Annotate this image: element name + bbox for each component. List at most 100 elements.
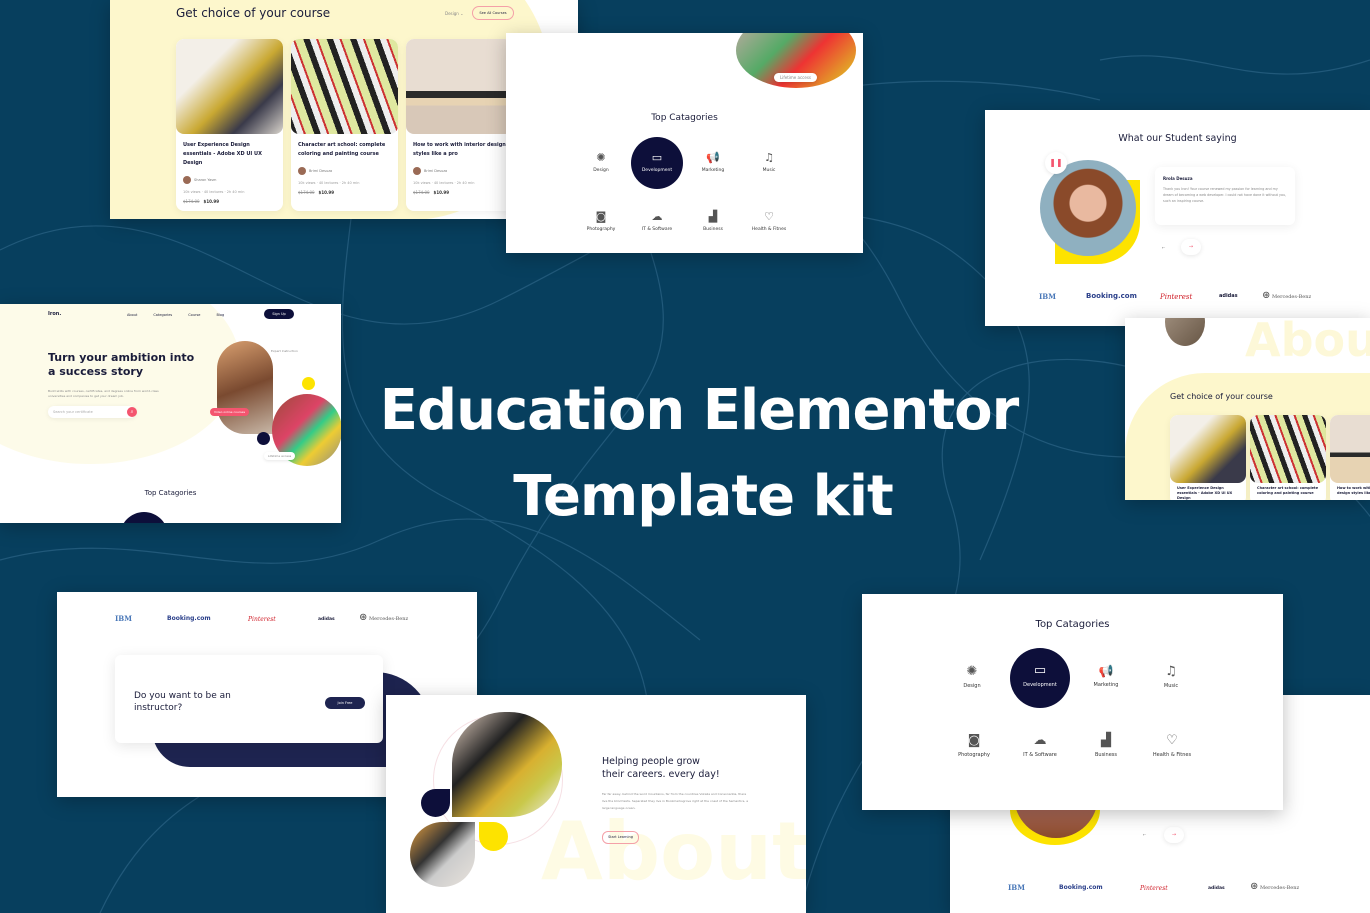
course-card[interactable]: User Experience Design essentials - Adob…: [176, 39, 283, 211]
category-photography[interactable]: ◙ Photography: [954, 733, 994, 758]
expert-instruction-badge: Expert Instruction: [268, 348, 301, 354]
nav-about[interactable]: About: [127, 313, 137, 317]
about-title-line: Helping people grow: [602, 756, 700, 767]
lifetime-access-badge: Lifetime access: [264, 452, 296, 460]
cloud-icon: ☁: [1033, 733, 1047, 748]
mercedes-star-icon: ⊛: [359, 612, 368, 623]
logo-ibm: IBM: [115, 614, 132, 623]
brand-logo[interactable]: Iron.: [48, 311, 61, 317]
categories-title: Top Catagories: [651, 113, 718, 123]
category-label: Music: [1163, 683, 1179, 689]
logo-booking: Booking.com: [167, 615, 211, 622]
logo-mercedes: ⊛ Mercedes-Benz: [359, 612, 408, 623]
course-title: Character art school: complete coloring …: [298, 142, 386, 157]
instructor-title-line: instructor?: [134, 703, 183, 713]
monitor-code-icon: ▭: [1033, 663, 1047, 678]
category-business[interactable]: ▟ Business: [698, 210, 728, 232]
prev-arrow-icon[interactable]: ←: [1143, 832, 1146, 837]
category-development[interactable]: ▭ Development: [631, 137, 683, 189]
join-free-button[interactable]: Join Free: [325, 697, 365, 709]
signup-button[interactable]: Sign Up: [264, 309, 294, 319]
logo-text: Mercedes-Benz: [368, 616, 409, 622]
mercedes-star-icon: ⊛: [1262, 290, 1271, 301]
logo-ibm: IBM: [1008, 883, 1025, 892]
about-watermark: About: [541, 805, 806, 898]
category-photography[interactable]: ◙ Photography: [584, 210, 618, 232]
camera-icon: ◙: [595, 210, 607, 223]
old-price: $174.00: [298, 190, 315, 195]
category-health[interactable]: ♡ Health & Fitnes: [748, 210, 790, 232]
course-card[interactable]: How to work with interior design styles …: [406, 39, 513, 211]
category-it-software[interactable]: ☁ IT & Software: [639, 210, 675, 232]
category-design[interactable]: ✺ Design: [957, 664, 987, 689]
lifetime-access-badge: Lifetime access: [774, 73, 817, 82]
category-label: Photography: [586, 227, 616, 232]
category-marketing[interactable]: 📢 Marketing: [1088, 664, 1124, 688]
views: 10k views: [298, 181, 316, 185]
hero-title-line: Turn your ambition into: [48, 351, 195, 364]
logo-text: Mercedes-Benz: [1259, 885, 1300, 891]
category-it-software[interactable]: ☁ IT & Software: [1018, 733, 1062, 758]
category-label: IT & Software: [1023, 752, 1057, 758]
logo-booking: Booking.com: [1059, 884, 1103, 891]
headline-line-2: Template kit: [513, 464, 894, 529]
filter-dropdown[interactable]: Design ⌄: [445, 11, 463, 16]
nav-categories[interactable]: Categories: [153, 313, 172, 317]
see-all-courses-button[interactable]: See All Courses: [472, 6, 514, 20]
chart-icon: ▟: [1101, 733, 1111, 748]
old-price: $174.00: [183, 199, 200, 204]
prev-arrow-icon[interactable]: ←: [1162, 245, 1165, 250]
categories-panel-large: Top Catagories ✺ Design ▭ Development 📢 Mar…: [862, 594, 1283, 810]
student-photo: [1040, 160, 1136, 256]
price: $10.99: [318, 190, 334, 195]
duration: 2h 40 min: [226, 190, 245, 194]
headline-line-1: Education Elementor: [379, 378, 1019, 443]
chevron-down-icon: ⌄: [460, 11, 464, 16]
author-avatar: [183, 176, 191, 184]
course-image: [176, 39, 283, 134]
logo-text: Mercedes-Benz: [1271, 294, 1312, 300]
category-label: Health & Fitnes: [1152, 752, 1192, 758]
course-card[interactable]: Character art school: complete coloring …: [291, 39, 398, 211]
logo-mercedes: ⊛ Mercedes-Benz: [1250, 881, 1299, 892]
about-panel: About Helping people grow their careers. …: [386, 695, 806, 913]
testimonial-quote: Thank you Iron! Your course renewed my p…: [1163, 187, 1287, 203]
course-title: How to work with interior design styles …: [413, 142, 506, 157]
about-photo: [452, 712, 562, 817]
testimonial-title: What our Student saying: [1118, 133, 1237, 144]
category-music[interactable]: ♫ Music: [1156, 664, 1186, 689]
heart-pulse-icon: ♡: [1166, 733, 1178, 748]
author-name: Sharon Yasm: [194, 178, 217, 182]
logo-adidas: adidas: [1208, 886, 1225, 891]
megaphone-icon: 📢: [706, 151, 720, 164]
about-text: Far far away, behind the word mountains,…: [602, 792, 749, 810]
category-business[interactable]: ▟ Business: [1088, 733, 1124, 758]
next-arrow-button[interactable]: →: [1164, 827, 1184, 843]
about-title: Helping people grow their careers. every …: [602, 755, 720, 781]
duration: 2h 40 min: [341, 181, 360, 185]
category-health[interactable]: ♡ Health & Fitnes: [1147, 733, 1197, 758]
author-name: Brimi Desuza: [424, 169, 448, 173]
next-arrow-button[interactable]: →: [1181, 239, 1201, 255]
category-label: Health & Fitnes: [751, 227, 787, 232]
category-design[interactable]: ✺ Design: [586, 151, 616, 173]
nav-course[interactable]: Course: [188, 313, 200, 317]
course-image: [291, 39, 398, 134]
about-photo-2: [410, 822, 475, 887]
hero-title: Turn your ambition into a success story: [48, 351, 194, 379]
category-label: Development: [641, 168, 673, 173]
music-note-icon: ♫: [764, 151, 774, 164]
author-avatar: [298, 167, 306, 175]
megaphone-icon: 📢: [1098, 664, 1114, 678]
category-music[interactable]: ♫ Music: [754, 151, 784, 173]
nav-blog[interactable]: Blog: [216, 313, 224, 317]
old-price: $174.00: [413, 190, 430, 195]
camera-icon: ◙: [967, 733, 981, 748]
cloud-icon: ☁: [651, 210, 663, 223]
start-learning-button[interactable]: Start Learning: [602, 831, 639, 844]
category-development[interactable]: ▭ Development: [1010, 648, 1070, 708]
filter-value: Design: [445, 11, 459, 16]
duration: 2h 40 min: [456, 181, 475, 185]
category-marketing[interactable]: 📢 Marketing: [698, 151, 728, 173]
categories-panel-small: Lifetime access Top Catagories ✺ Design ▭…: [506, 33, 863, 253]
